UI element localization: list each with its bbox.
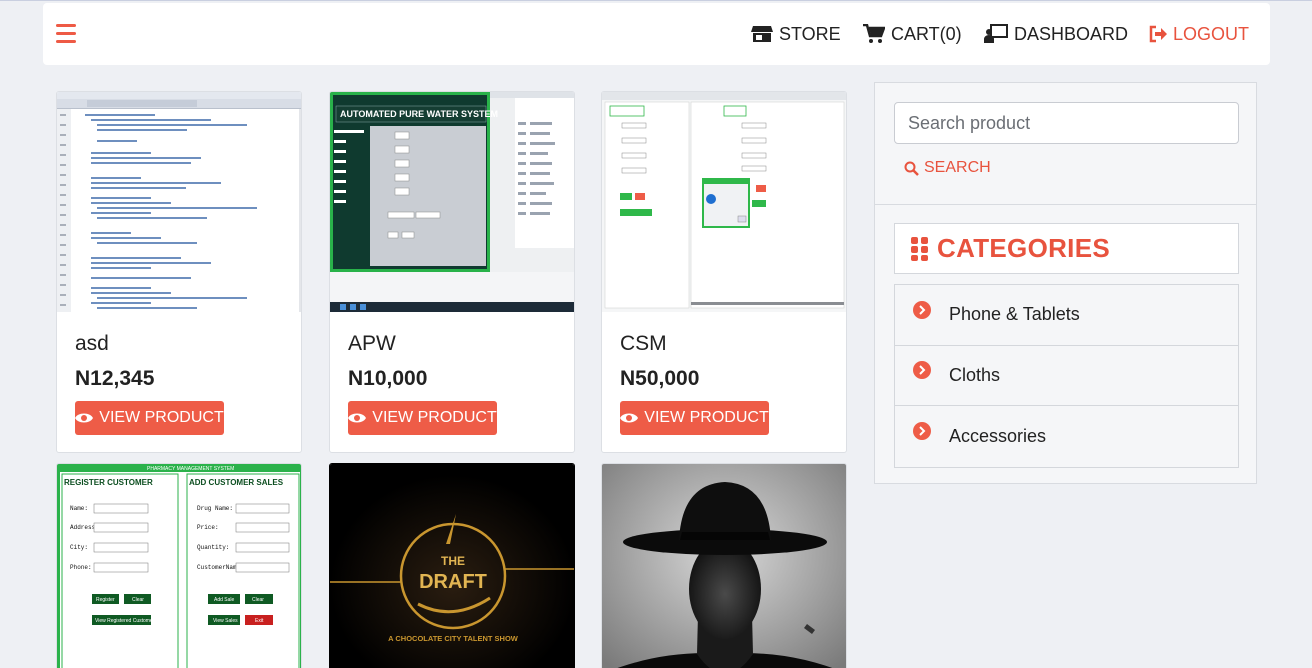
product-thumbnail-apw[interactable]: AUTOMATED PURE WATER SYSTEM xyxy=(330,92,574,312)
categories-header: CATEGORIES xyxy=(894,223,1239,274)
product-thumbnail-portrait[interactable] xyxy=(602,464,846,668)
cart-icon xyxy=(863,24,885,43)
product-price: N12,345 xyxy=(75,367,155,390)
search-product-input[interactable] xyxy=(894,102,1239,144)
product-price: N50,000 xyxy=(620,367,700,390)
nav-dashboard-link[interactable]: DASHBOARD xyxy=(984,21,1128,47)
product-card: AUTOMATED PURE WATER SYSTEM APW N10,000 … xyxy=(329,91,575,453)
view-product-label: VIEW PRODUCT xyxy=(99,409,224,426)
nav-store-link[interactable]: STORE xyxy=(751,21,841,47)
store-icon xyxy=(751,26,773,42)
product-price: N10,000 xyxy=(348,367,428,390)
product-thumbnail-the-draft[interactable]: THE DRAFT A CHOCOLATE CITY TALENT SHOW xyxy=(330,464,574,668)
product-thumbnail-csm[interactable] xyxy=(602,92,846,312)
categories-title: CATEGORIES xyxy=(937,233,1110,263)
chevron-right-icon xyxy=(913,300,931,319)
register-customer-heading: REGISTER CUSTOMER xyxy=(64,478,153,487)
view-product-button[interactable]: VIEW PRODUCT xyxy=(620,401,769,435)
eye-icon xyxy=(348,413,367,423)
chevron-right-icon xyxy=(913,361,931,380)
eye-icon xyxy=(620,413,639,423)
category-label: Accessories xyxy=(949,425,1047,446)
pharmacy-field-label: Price: xyxy=(197,524,219,531)
sidebar-divider xyxy=(875,204,1256,205)
view-product-button[interactable]: VIEW PRODUCT xyxy=(75,401,224,435)
category-label: Cloths xyxy=(949,364,1001,385)
view-product-button[interactable]: VIEW PRODUCT xyxy=(348,401,497,435)
product-name: APW xyxy=(348,332,396,355)
grid-icon xyxy=(911,236,928,261)
category-item-cloths[interactable]: Cloths xyxy=(895,346,1238,406)
nav-cart-label: CART(0) xyxy=(891,23,962,44)
pharmacy-field-label: Name: xyxy=(70,505,88,512)
top-navbar: STORE CART(0) DASHBOARD LOGOUT xyxy=(43,3,1270,65)
nav-store-label: STORE xyxy=(779,23,841,44)
add-customer-sales-heading: ADD CUSTOMER SALES xyxy=(189,478,284,487)
pharmacy-btn-label: View Sales xyxy=(213,618,238,624)
chevron-right-icon xyxy=(913,422,931,441)
nav-dashboard-label: DASHBOARD xyxy=(1014,23,1129,44)
pharmacy-btn-label: Clear xyxy=(132,597,144,603)
apw-window-title: AUTOMATED PURE WATER SYSTEM xyxy=(340,109,498,119)
pharmacy-btn-label: Add Sale xyxy=(214,597,235,603)
draft-tagline-text: A CHOCOLATE CITY TALENT SHOW xyxy=(388,634,519,643)
category-item-accessories[interactable]: Accessories xyxy=(895,406,1238,467)
pharmacy-field-label: City: xyxy=(70,544,88,551)
nav-cart-link[interactable]: CART(0) xyxy=(863,21,962,47)
product-card: CSM N50,000 VIEW PRODUCT xyxy=(601,91,847,453)
category-list: Phone & Tablets Cloths Accessories xyxy=(894,284,1239,468)
pharmacy-field-label: Drug Name: xyxy=(197,505,233,512)
pharmacy-field-label: Phone: xyxy=(70,564,92,571)
product-thumbnail-pharmacy[interactable]: PHARMACY MANAGEMENT SYSTEM REGISTER CUST… xyxy=(57,464,301,668)
pharmacy-window-title: PHARMACY MANAGEMENT SYSTEM xyxy=(147,466,234,472)
pharmacy-btn-label: Exit xyxy=(255,618,264,624)
nav-logout-link[interactable]: LOGOUT xyxy=(1149,21,1249,47)
eye-icon xyxy=(75,413,94,423)
search-button-label: SEARCH xyxy=(924,159,991,176)
pharmacy-btn-label: View Registered Customers xyxy=(95,618,157,624)
product-card: asd N12,345 VIEW PRODUCT xyxy=(56,91,302,453)
draft-the-text: THE xyxy=(441,554,465,568)
nav-logout-label: LOGOUT xyxy=(1173,23,1250,44)
search-button[interactable]: SEARCH xyxy=(904,159,991,177)
product-card xyxy=(601,463,847,668)
search-icon xyxy=(904,161,919,176)
dashboard-icon xyxy=(984,24,1008,43)
sidebar: SEARCH CATEGORIES Phone & Tablets Cloths… xyxy=(874,82,1257,484)
category-label: Phone & Tablets xyxy=(949,304,1080,325)
pharmacy-btn-label: Register xyxy=(96,597,115,603)
view-product-label: VIEW PRODUCT xyxy=(372,409,497,426)
product-name: CSM xyxy=(620,332,667,355)
product-card: PHARMACY MANAGEMENT SYSTEM REGISTER CUST… xyxy=(56,463,302,668)
pharmacy-btn-label: Clear xyxy=(252,597,264,603)
product-card: THE DRAFT A CHOCOLATE CITY TALENT SHOW xyxy=(329,463,575,668)
category-item-phone-tablets[interactable]: Phone & Tablets xyxy=(895,285,1238,346)
hamburger-menu-icon[interactable] xyxy=(56,24,76,44)
product-thumbnail-code-editor[interactable] xyxy=(57,92,301,312)
logout-icon xyxy=(1149,25,1167,43)
pharmacy-field-label: Quantity: xyxy=(197,544,229,551)
view-product-label: VIEW PRODUCT xyxy=(644,409,769,426)
product-name: asd xyxy=(75,332,109,355)
draft-title-text: DRAFT xyxy=(419,571,487,593)
